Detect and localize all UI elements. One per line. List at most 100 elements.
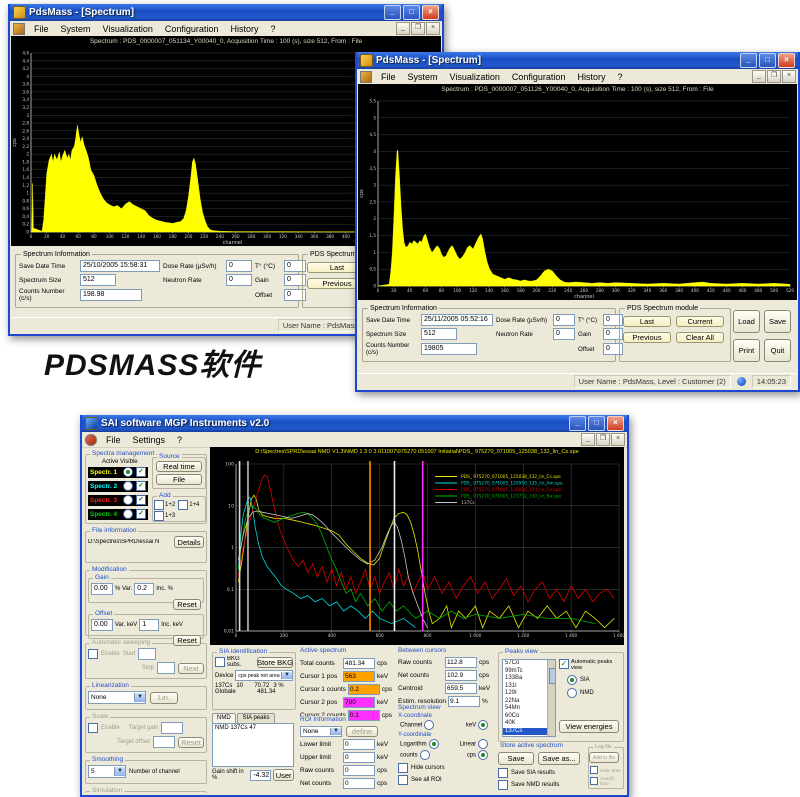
menu-item[interactable]: ? (264, 24, 281, 34)
lin-button[interactable]: Lin. (150, 692, 178, 704)
save-date-field[interactable]: 25/10/2005 15:58:31 (80, 260, 160, 272)
mdi-close-icon[interactable]: × (782, 70, 796, 83)
source-button[interactable]: Real time (156, 461, 202, 472)
menu-item[interactable]: File (100, 435, 127, 445)
chevron-down-icon[interactable]: ▼ (281, 672, 292, 679)
module-button[interactable]: Current (676, 316, 724, 327)
spectrum-chart[interactable]: 00,511,522,533,544,555,50204060801001201… (358, 95, 795, 299)
save-as-button[interactable]: Save as... (538, 752, 580, 765)
add-1+2-checkbox[interactable] (154, 500, 164, 510)
device-select[interactable]: cps peak net area ▼ (235, 670, 293, 681)
visible-checkbox[interactable]: ✓ (136, 495, 146, 505)
spectrum-size-field[interactable]: 512 (421, 328, 457, 340)
chevron-down-icon[interactable]: ▼ (330, 728, 341, 735)
gain-shift-field[interactable]: -4.32 (250, 770, 271, 781)
save-button[interactable]: Save (498, 752, 534, 765)
sweep-stop-field[interactable] (157, 662, 175, 674)
mdi-minimize-icon[interactable]: _ (752, 70, 766, 83)
smoothing-select[interactable]: 5 ▼ (88, 765, 126, 778)
source-button[interactable]: File (156, 474, 202, 485)
offset-inc-field[interactable]: 1 (139, 619, 159, 631)
dose-rate-field[interactable]: 0 (226, 260, 252, 272)
sweep-start-field[interactable] (138, 648, 156, 660)
value-field[interactable]: 102.9 (445, 670, 477, 681)
y-counts-radio[interactable] (420, 750, 430, 760)
close-button[interactable]: × (607, 416, 624, 431)
add-1+3-checkbox[interactable] (154, 511, 164, 521)
value-field[interactable]: 659.5 (445, 683, 477, 694)
menu-item[interactable]: ? (171, 435, 188, 445)
save-date-field[interactable]: 25/11/2005 05:52:16 (421, 314, 493, 326)
auto-time-checkbox[interactable] (590, 766, 598, 774)
value-field[interactable]: 780 (343, 697, 375, 708)
neutron-rate-field[interactable]: 0 (553, 328, 575, 340)
menu-item[interactable]: History (224, 24, 264, 34)
module-button[interactable]: Previous (623, 332, 671, 343)
gain-spinner[interactable]: 0.00 (91, 583, 113, 595)
roi-define-button[interactable]: define (346, 726, 378, 737)
menu-item[interactable]: Settings (127, 435, 172, 445)
active-radio[interactable] (123, 509, 133, 519)
scrollbar[interactable] (547, 660, 555, 736)
value-field[interactable]: 0 (343, 739, 375, 750)
action-button[interactable]: Quit (764, 339, 791, 362)
menu-item[interactable]: Configuration (506, 72, 572, 82)
peaks-sia-radio[interactable] (567, 675, 577, 685)
value-field[interactable]: 0.2 (348, 684, 380, 695)
auto-save-checkbox[interactable] (590, 777, 598, 785)
chevron-down-icon[interactable]: ▼ (114, 767, 125, 776)
maximize-button[interactable]: □ (588, 416, 605, 431)
dose-rate-field[interactable]: 0 (553, 314, 575, 326)
chevron-down-icon[interactable]: ▼ (134, 693, 145, 702)
mdi-close-icon[interactable]: × (426, 22, 440, 35)
save-nmd-checkbox[interactable] (498, 780, 508, 790)
auto-peaks-checkbox[interactable]: ✓ (559, 659, 569, 669)
y-cps-radio[interactable] (478, 750, 488, 760)
value-field[interactable]: 563 (343, 671, 375, 682)
hide-cursors-checkbox[interactable] (398, 763, 408, 773)
bkg-subs-checkbox[interactable] (215, 657, 225, 667)
action-button[interactable]: Load (733, 310, 760, 333)
minimize-button[interactable]: _ (740, 53, 757, 68)
maximize-button[interactable]: □ (403, 5, 420, 20)
scale-enable-checkbox[interactable] (88, 723, 98, 733)
roi-select[interactable]: None ▼ (300, 726, 342, 737)
add-to-file-button[interactable]: Add to file (589, 752, 619, 763)
maximize-button[interactable]: □ (759, 53, 776, 68)
linearization-select[interactable]: None ▼ (88, 691, 146, 704)
minimize-button[interactable]: _ (384, 5, 401, 20)
titlebar[interactable]: PdsMass - [Spectrum] _ □ × (10, 4, 442, 21)
value-field[interactable]: 0 (343, 752, 375, 763)
menu-item[interactable]: Visualization (444, 72, 506, 82)
multi-spectrum-chart[interactable]: 0,010,111010002004006008001 0001 2001 40… (210, 458, 624, 644)
value-field[interactable]: 112.8 (445, 657, 477, 668)
nmd-result-textarea[interactable]: NMD 137Cs 47 (212, 723, 294, 767)
menu-item[interactable]: Configuration (159, 24, 225, 34)
sweeping-enable-checkbox[interactable] (88, 649, 98, 659)
target-offset-field[interactable] (153, 736, 175, 748)
gain-inc-field[interactable]: 0.2 (134, 583, 154, 595)
close-button[interactable]: × (778, 53, 795, 68)
peaks-nmd-radio[interactable] (567, 688, 577, 698)
visible-checkbox[interactable]: ✓ (136, 481, 146, 491)
offset-spinner[interactable]: 0.00 (91, 619, 113, 631)
menu-item[interactable]: Visualization (97, 24, 159, 34)
value-field[interactable]: 481.34 (343, 658, 375, 669)
scale-reset-button[interactable]: Reset (178, 737, 204, 748)
mdi-minimize-icon[interactable]: _ (396, 22, 410, 35)
view-energies-button[interactable]: View energies (559, 720, 619, 733)
value-field[interactable]: 0.1 (348, 710, 380, 721)
counts-number-field[interactable]: 198.98 (80, 289, 142, 301)
menu-item[interactable]: System (402, 72, 444, 82)
mdi-close-icon[interactable]: × (611, 433, 625, 446)
see-all-roi-checkbox[interactable] (398, 775, 408, 785)
y-log-radio[interactable] (429, 739, 439, 749)
x-kev-radio[interactable] (478, 720, 488, 730)
menu-item[interactable]: File (28, 24, 55, 34)
details-button[interactable]: Details (174, 536, 204, 548)
action-button[interactable]: Print (733, 339, 760, 362)
offset-reset-button[interactable]: Reset (173, 635, 201, 646)
user-button[interactable]: User (273, 769, 294, 781)
spectrum-size-field[interactable]: 512 (80, 274, 116, 286)
menu-item[interactable]: ? (611, 72, 628, 82)
